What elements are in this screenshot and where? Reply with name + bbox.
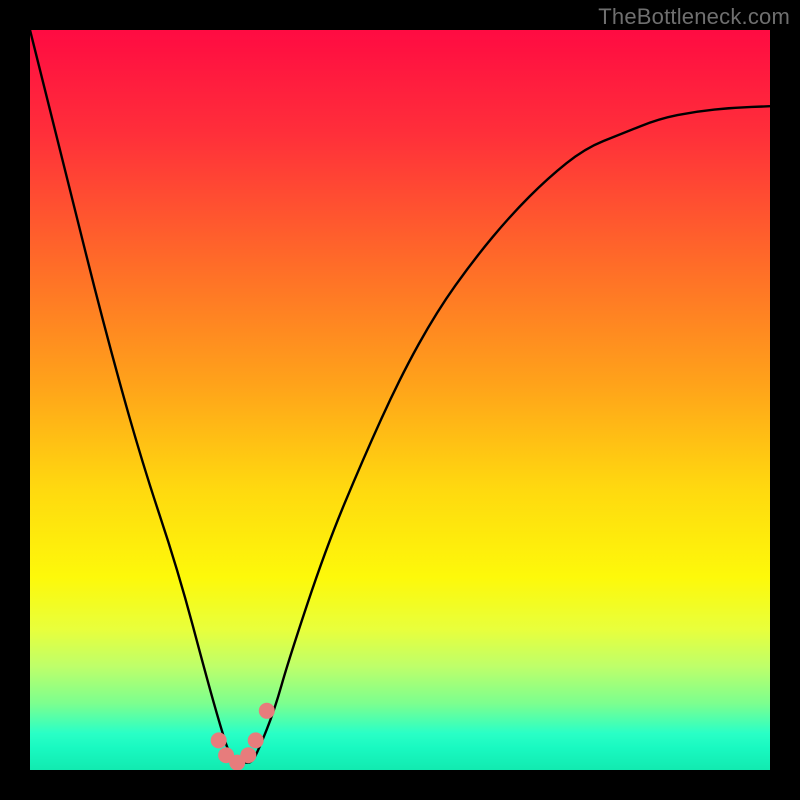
curve-marker	[211, 732, 227, 748]
bottleneck-curve	[30, 30, 770, 770]
curve-marker	[248, 732, 264, 748]
curve-path	[30, 30, 770, 763]
watermark-text: TheBottleneck.com	[598, 4, 790, 30]
chart-plot-area	[30, 30, 770, 770]
curve-marker	[259, 703, 275, 719]
curve-marker	[240, 747, 256, 763]
